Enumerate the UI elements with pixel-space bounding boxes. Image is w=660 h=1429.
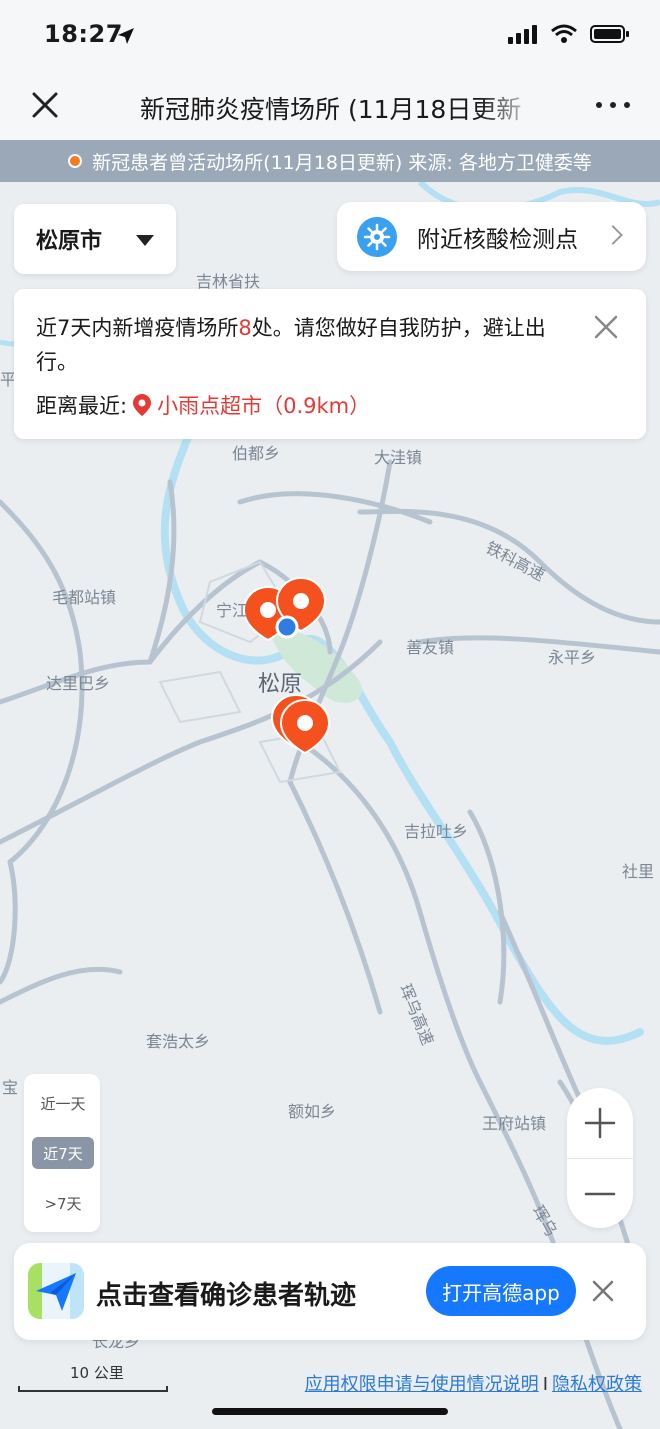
map-label: 宁江 — [216, 601, 249, 620]
zoom-in-icon[interactable] — [584, 1107, 616, 1139]
chevron-right-icon — [603, 225, 623, 245]
map-label: 额如乡 — [288, 1102, 337, 1121]
map-label: 毛都站镇 — [52, 588, 117, 607]
current-location-dot — [275, 615, 299, 639]
signal-icon — [508, 25, 537, 44]
permissions-link[interactable]: 应用权限申请与使用情况说明 — [305, 1374, 539, 1395]
status-bar: 18:27 — [0, 0, 660, 72]
location-pin-icon — [133, 394, 152, 416]
map-label: 王府站镇 — [482, 1114, 547, 1133]
location-arrow-icon — [118, 28, 134, 44]
wifi-icon — [551, 24, 577, 43]
status-time: 18:27 — [44, 20, 123, 48]
open-app-button[interactable]: 打开高德app — [426, 1266, 576, 1316]
nearest-place[interactable]: 距离最近: 小雨点超市（0.9km） — [36, 390, 370, 420]
map-label: 善友镇 — [406, 638, 455, 657]
notice-card: 近7天内新增疫情场所8处。请您做好自我防护，避让出行。 距离最近: 小雨点超市（… — [14, 289, 646, 439]
page-title: 新冠肺炎疫情场所 (11月18日更新 — [140, 90, 540, 126]
app-banner[interactable]: 点击查看确诊患者轨迹 打开高德app — [14, 1243, 646, 1340]
footer-separator: I — [542, 1374, 548, 1395]
dropdown-caret-icon — [136, 235, 154, 246]
info-strip-text: 新冠患者曾活动场所(11月18日更新) 来源: 各地方卫健委等 — [92, 151, 592, 174]
nav-bar: 新冠肺炎疫情场所 (11月18日更新 — [0, 72, 660, 140]
virus-icon — [357, 217, 397, 257]
map-label: 伯都乡 — [232, 444, 281, 463]
zoom-controls — [567, 1088, 633, 1228]
time-filter-1day[interactable]: 近一天 — [32, 1087, 94, 1119]
city-select[interactable]: 松原市 — [14, 204, 176, 274]
close-icon[interactable] — [28, 88, 62, 122]
footer-links: 应用权限申请与使用情况说明 I 隐私权政策 — [305, 1370, 642, 1396]
map-label: 社里 — [622, 862, 655, 881]
battery-icon — [590, 25, 629, 43]
info-strip: 新冠患者曾活动场所(11月18日更新) 来源: 各地方卫健委等 — [0, 140, 660, 182]
nearest-place-name: 小雨点超市（0.9km） — [157, 394, 371, 418]
banner-text: 点击查看确诊患者轨迹 — [96, 1281, 357, 1311]
more-icon[interactable] — [596, 102, 630, 108]
map-label: 永平乡 — [548, 648, 597, 667]
nearest-label: 距离最近: — [36, 394, 128, 418]
map-label-city: 松原 — [258, 672, 303, 697]
notice-text: 近7天内新增疫情场所8处。请您做好自我防护，避让出行。 — [36, 316, 546, 374]
zoom-out-icon[interactable] — [584, 1178, 616, 1210]
close-icon[interactable] — [594, 315, 618, 339]
map-label: 吉拉吐乡 — [404, 822, 469, 841]
notice-count: 8 — [238, 316, 252, 340]
nearby-test-label: 附近核酸检测点 — [417, 227, 578, 253]
scale-bar — [18, 1386, 168, 1392]
time-filter: 近一天 近7天 >7天 — [24, 1074, 100, 1232]
time-filter-over7days[interactable]: >7天 — [32, 1187, 94, 1219]
amap-logo-icon — [28, 1263, 84, 1319]
orange-dot-icon — [68, 154, 83, 168]
home-indicator[interactable] — [212, 1408, 448, 1415]
city-select-label: 松原市 — [36, 229, 103, 254]
map-label: 套浩太乡 — [146, 1032, 211, 1051]
scale-label: 10 公里 — [70, 1364, 124, 1382]
map-label: 达里巴乡 — [46, 674, 111, 693]
time-filter-7days[interactable]: 近7天 — [32, 1137, 94, 1169]
map-label: 大洼镇 — [374, 448, 423, 467]
nearby-test-button[interactable]: 附近核酸检测点 — [337, 202, 646, 271]
status-icons — [508, 24, 630, 44]
close-icon[interactable] — [592, 1280, 614, 1302]
privacy-link[interactable]: 隐私权政策 — [552, 1374, 642, 1395]
zoom-divider — [567, 1158, 633, 1159]
map-label: 宝 — [2, 1078, 19, 1097]
